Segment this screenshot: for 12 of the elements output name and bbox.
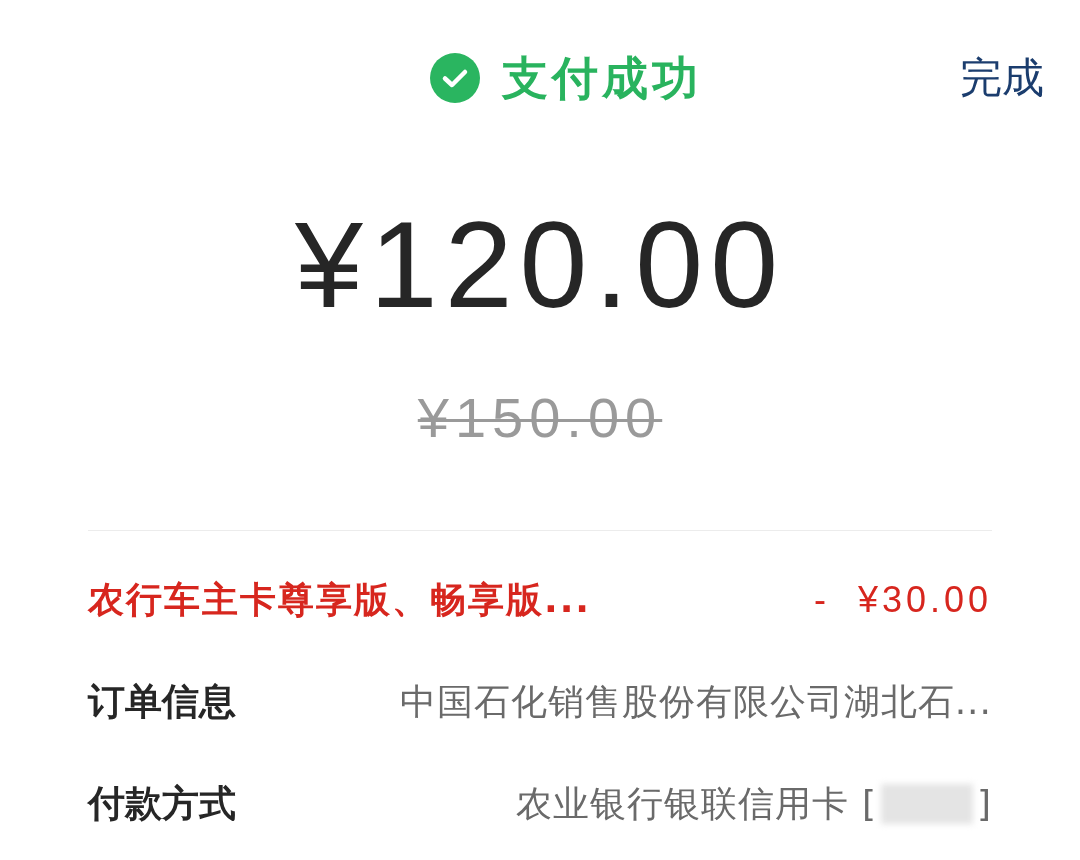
done-button[interactable]: 完成 <box>960 46 1044 110</box>
detail-value: 农业银行银联信用卡 [ <box>516 782 877 826</box>
detail-label: 订单信息 <box>88 679 236 725</box>
payment-success-title: 支付成功 <box>502 50 702 107</box>
original-price: ¥150.00 <box>417 390 663 446</box>
paid-amount: ¥120.00 <box>295 204 785 326</box>
detail-value: - ¥30.00 <box>813 578 992 622</box>
success-check-icon <box>430 53 480 103</box>
bracket-text: ] <box>976 782 992 826</box>
detail-label: 付款方式 <box>88 781 236 827</box>
detail-value: 中国石化销售股份有限公司湖北石... <box>399 680 992 724</box>
detail-label: 农行车主卡尊享版、畅享版... <box>88 578 592 622</box>
